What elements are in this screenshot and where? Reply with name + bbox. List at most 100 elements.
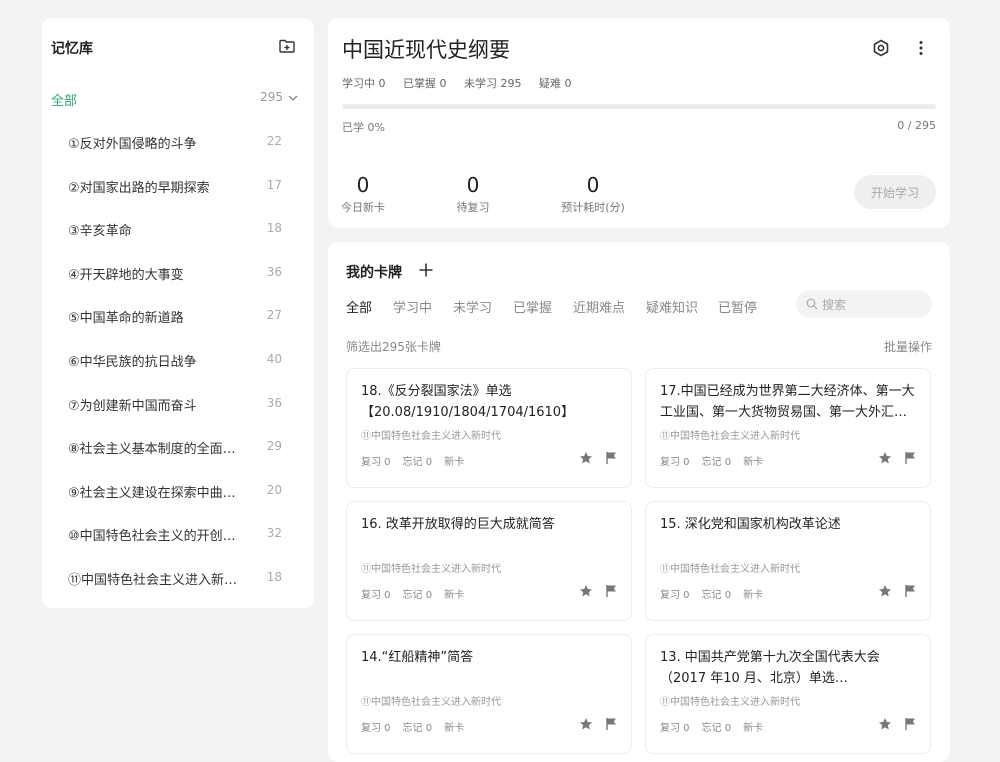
sidebar-item-chapter[interactable]: ⑪中国特色社会主义进入新时代 18 [68, 567, 282, 589]
sidebar-item-label: ⑥中华民族的抗日战争 [68, 355, 197, 370]
tab-filter[interactable]: 全部 [346, 297, 372, 316]
metric-est-time: 0 预计耗时(分) [543, 173, 643, 215]
more-icon[interactable] [911, 38, 931, 58]
card-item[interactable]: 16. 改革开放取得的巨大成就简答 ⑪中国特色社会主义进入新时代 复习 0 忘记 0 新… [346, 501, 632, 621]
tab-filter[interactable]: 疑难知识 [646, 297, 698, 316]
settings-icon[interactable] [871, 38, 891, 58]
card-review-count: 复习 0 [361, 590, 391, 601]
deck-overview: 中国近现代史纲要 学习中 0 已掌握 0 未学习 295 疑难 0 已学 0% … [328, 18, 950, 228]
sidebar-item-chapter[interactable]: ⑥中华民族的抗日战争 40 [68, 349, 282, 371]
sidebar-item-count: 27 [266, 308, 282, 323]
sidebar-item-chapter[interactable]: ⑨社会主义建设在探索中曲折发展 20 [68, 480, 282, 502]
card-chapter: ⑪中国特色社会主义进入新时代 [660, 431, 800, 442]
star-icon[interactable] [878, 451, 892, 465]
sidebar-item-count: 20 [266, 482, 282, 497]
sidebar-item-label: ③辛亥革命 [68, 224, 132, 240]
card-meta: 复习 0 忘记 0 新卡 [660, 453, 775, 468]
sidebar: 记忆库 全部 295 ①反对外国侵略的斗争 22 ②对国家出路的早期探索 17 ③辛亥革… [42, 18, 314, 608]
sidebar-item-count: 36 [266, 395, 282, 410]
flag-icon[interactable] [904, 584, 917, 598]
sidebar-item-chapter[interactable]: ①反对外国侵略的斗争 22 [68, 131, 282, 153]
sidebar-item-count: 40 [266, 352, 282, 366]
card-status: 新卡 [743, 723, 764, 734]
sidebar-item-label: ⑩中国特色社会主义的开创与发展 [68, 529, 248, 545]
card-status: 新卡 [444, 590, 465, 601]
card-chapter: ⑪中国特色社会主义进入新时代 [361, 431, 501, 442]
sidebar-item-count: 36 [266, 264, 282, 279]
card-item[interactable]: 18.《反分裂国家法》单选【20.08/1910/1804/1704/1610】… [346, 368, 632, 488]
card-chapter: ⑪中国特色社会主义进入新时代 [361, 697, 501, 708]
star-icon[interactable] [579, 717, 593, 731]
stat-learning: 学习中 0 [342, 77, 386, 90]
card-forget-count: 忘记 0 [701, 723, 732, 734]
star-icon[interactable] [878, 584, 892, 598]
card-status: 新卡 [743, 457, 764, 468]
tab-filter[interactable]: 已暂停 [718, 297, 757, 316]
learned-fraction: 0 / 295 [897, 119, 936, 132]
card-item[interactable]: 15. 深化党和国家机构改革论述 ⑪中国特色社会主义进入新时代 复习 0 忘记 0 新卡 [645, 501, 931, 621]
start-learning-button[interactable]: 开始学习 [854, 175, 936, 209]
sidebar-all-count: 295 [260, 90, 283, 104]
star-icon[interactable] [579, 451, 593, 465]
sidebar-item-count: 32 [266, 526, 282, 541]
card-review-count: 复习 0 [660, 723, 690, 734]
flag-icon[interactable] [904, 717, 917, 731]
tab-filter[interactable]: 未学习 [453, 297, 492, 316]
sidebar-item-count: 18 [266, 221, 282, 236]
sidebar-title: 记忆库 [51, 41, 93, 57]
sidebar-item-chapter[interactable]: ⑤中国革命的新道路 27 [68, 305, 282, 327]
my-cards-title: 我的卡牌 [346, 265, 402, 281]
card-item[interactable]: 13. 中国共产党第十九次全国代表大会（2017 年10 月、北京）单选【20.… [645, 634, 931, 754]
card-chapter: ⑪中国特色社会主义进入新时代 [660, 564, 800, 575]
card-question: 18.《反分裂国家法》单选【20.08/1910/1804/1704/1610】 [361, 384, 575, 420]
card-meta: 复习 0 忘记 0 新卡 [361, 453, 476, 468]
sidebar-item-chapter[interactable]: ⑩中国特色社会主义的开创与发展 32 [68, 523, 282, 545]
sidebar-item-chapter[interactable]: ②对国家出路的早期探索 17 [68, 175, 282, 197]
card-chapter: ⑪中国特色社会主义进入新时代 [660, 697, 800, 708]
tab-filter[interactable]: 近期难点 [573, 297, 625, 316]
card-status: 新卡 [444, 723, 465, 734]
add-card-icon[interactable] [418, 262, 434, 278]
flag-icon[interactable] [605, 451, 618, 465]
card-review-count: 复习 0 [361, 723, 391, 734]
search-icon [806, 298, 818, 310]
my-cards-panel: 我的卡牌 全部 学习中 未学习 已掌握 近期难点 疑难知识 已暂停 搜索 筛选出295张卡牌… [328, 242, 950, 762]
sidebar-item-count: 17 [266, 177, 282, 192]
stat-mastered: 已掌握 0 [403, 77, 447, 90]
sidebar-item-chapter[interactable]: ⑦为创建新中国而奋斗 36 [68, 393, 282, 415]
card-meta: 复习 0 忘记 0 新卡 [361, 719, 476, 734]
sidebar-item-label: ⑦为创建新中国而奋斗 [68, 398, 197, 414]
progress-bar [342, 104, 936, 109]
flag-icon[interactable] [605, 717, 618, 731]
star-icon[interactable] [579, 584, 593, 598]
sidebar-item-label: ①反对外国侵略的斗争 [68, 137, 197, 152]
new-folder-icon[interactable] [278, 37, 296, 55]
deck-stats: 学习中 0 已掌握 0 未学习 295 疑难 0 [342, 75, 586, 91]
star-icon[interactable] [878, 717, 892, 731]
tab-filter[interactable]: 学习中 [393, 297, 432, 316]
metric-value: 0 [586, 173, 600, 197]
card-forget-count: 忘记 0 [701, 590, 732, 601]
stat-unlearned: 未学习 295 [464, 77, 522, 90]
sidebar-item-all[interactable]: 全部 295 [51, 88, 299, 110]
sidebar-item-chapter[interactable]: ④开天辟地的大事变 36 [68, 262, 282, 284]
flag-icon[interactable] [605, 584, 618, 598]
metric-caption: 预计耗时(分) [561, 201, 625, 214]
card-item[interactable]: 17.中国已经成为世界第二大经济体、第一大工业国、第一大货物贸易国、第一大外汇储… [645, 368, 931, 488]
card-meta: 复习 0 忘记 0 新卡 [361, 586, 476, 601]
sidebar-item-label: ⑤中国革命的新道路 [68, 311, 184, 327]
sidebar-item-chapter[interactable]: ⑧社会主义基本制度的全面确立 29 [68, 436, 282, 458]
bulk-actions-link[interactable]: 批量操作 [884, 338, 932, 355]
sidebar-item-count: 22 [266, 134, 282, 148]
chevron-down-icon[interactable] [287, 92, 299, 104]
search-input[interactable]: 搜索 [796, 290, 932, 318]
metric-value: 0 [356, 173, 370, 197]
sidebar-item-chapter[interactable]: ③辛亥革命 18 [68, 218, 282, 240]
card-status: 新卡 [444, 457, 465, 468]
page-title: 中国近现代史纲要 [342, 38, 510, 62]
flag-icon[interactable] [904, 451, 917, 465]
metric-caption: 今日新卡 [341, 201, 385, 214]
tab-filter[interactable]: 已掌握 [513, 297, 552, 316]
sidebar-item-label: ⑪中国特色社会主义进入新时代 [68, 573, 248, 588]
card-item[interactable]: 14.“红船精神”简答 ⑪中国特色社会主义进入新时代 复习 0 忘记 0 新卡 [346, 634, 632, 754]
